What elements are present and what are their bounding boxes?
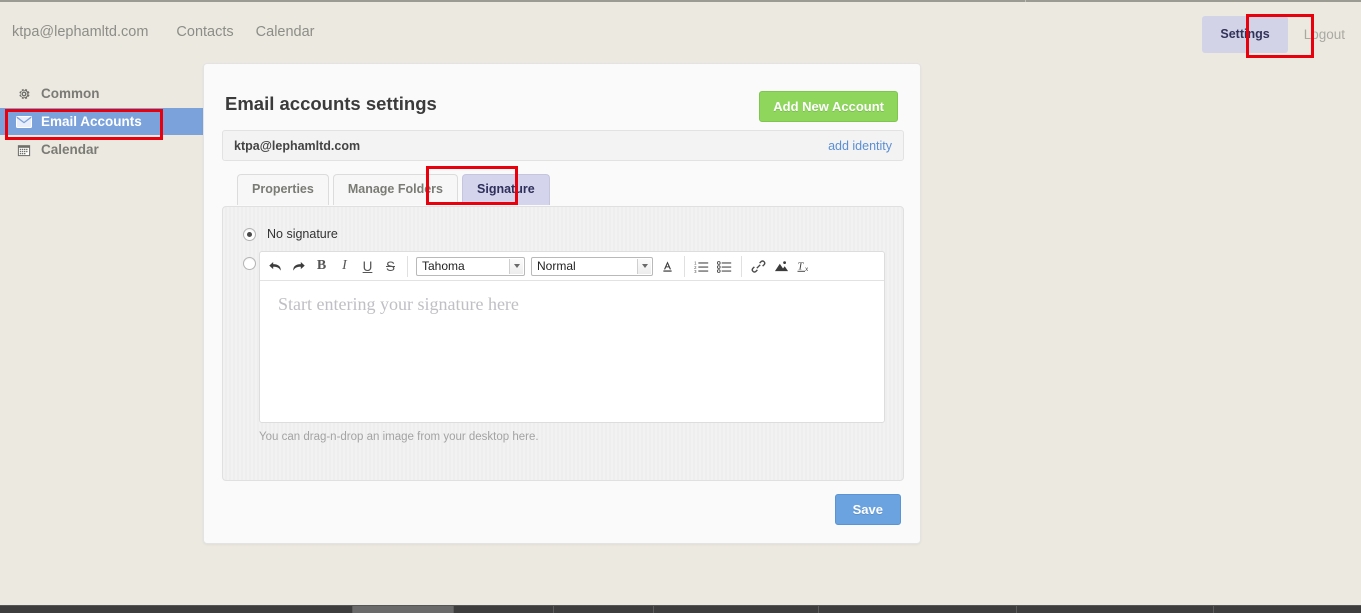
topnav-calendar[interactable]: Calendar (256, 24, 337, 40)
sidebar-item-label: Calendar (41, 142, 99, 157)
settings-button[interactable]: Settings (1202, 16, 1288, 53)
toolbar-divider (684, 255, 685, 277)
taskbar-divider (553, 606, 554, 613)
sidebar-item-calendar[interactable]: Calendar (0, 136, 204, 163)
taskbar-active-window[interactable] (352, 606, 453, 613)
chevron-down-icon[interactable] (637, 258, 651, 274)
topnav-contacts[interactable]: Contacts (176, 24, 255, 40)
font-color-icon[interactable] (656, 255, 679, 278)
chevron-down-icon[interactable] (509, 258, 523, 274)
sidebar: Common Email Accounts Calendar (0, 80, 204, 163)
taskbar-divider (352, 606, 353, 613)
unordered-list-icon[interactable] (713, 255, 736, 278)
envelope-icon (15, 114, 32, 130)
custom-signature-option[interactable] (243, 257, 256, 270)
sidebar-item-label: Email Accounts (41, 114, 142, 129)
sidebar-item-email-accounts[interactable]: Email Accounts (0, 108, 203, 135)
ordered-list-icon[interactable]: 1 2 3 (690, 255, 713, 278)
taskbar-divider (1016, 606, 1017, 613)
tab-signature[interactable]: Signature (462, 174, 550, 205)
signature-editor-placeholder: Start entering your signature here (278, 294, 519, 314)
clear-format-icon[interactable]: T x (793, 255, 816, 278)
tab-bar: Properties Manage Folders Signature (237, 174, 554, 205)
account-email: ktpa@lephamltd.com (234, 138, 361, 153)
font-size-select[interactable]: Normal (531, 256, 653, 276)
bold-icon[interactable]: B (310, 255, 333, 278)
gear-icon (15, 86, 32, 102)
undo-icon[interactable] (264, 255, 287, 278)
taskbar-divider (453, 606, 454, 613)
drag-drop-hint: You can drag-n-drop an image from your d… (259, 431, 539, 443)
underline-icon[interactable]: U (356, 255, 379, 278)
font-family-select[interactable]: Tahoma (416, 256, 525, 276)
custom-signature-radio[interactable] (243, 257, 256, 270)
page-title: Email accounts settings (225, 93, 437, 114)
no-signature-option[interactable]: No signature (243, 227, 338, 241)
taskbar-divider (818, 606, 819, 613)
toolbar-divider (741, 255, 742, 277)
sidebar-item-common[interactable]: Common (0, 80, 204, 107)
svg-text:3: 3 (694, 269, 697, 273)
signature-editor-body[interactable]: Start entering your signature here (260, 281, 884, 422)
add-identity-link[interactable]: add identity (828, 139, 892, 153)
top-right-actions: Settings Logout (1202, 16, 1345, 53)
tab-properties[interactable]: Properties (237, 174, 329, 205)
editor-toolbar: B I U S Tahoma Normal 1 2 3 T x (260, 252, 884, 281)
top-navigation: ktpa@lephamltd.com Contacts Calendar (12, 24, 337, 40)
add-new-account-button[interactable]: Add New Account (759, 91, 898, 122)
font-size-value: Normal (537, 259, 576, 273)
taskbar-divider (1213, 606, 1214, 613)
svg-text:x: x (805, 266, 808, 273)
insert-image-icon[interactable] (770, 255, 793, 278)
redo-icon[interactable] (287, 255, 310, 278)
topnav-account[interactable]: ktpa@lephamltd.com (12, 24, 176, 40)
no-signature-radio[interactable] (243, 227, 256, 241)
account-row[interactable]: ktpa@lephamltd.com add identity (222, 130, 904, 161)
toolbar-divider (407, 255, 408, 277)
taskbar-divider (653, 606, 654, 613)
tab-manage-folders[interactable]: Manage Folders (332, 174, 459, 205)
no-signature-label: No signature (267, 227, 338, 241)
signature-editor: B I U S Tahoma Normal 1 2 3 T x Start en… (259, 251, 885, 423)
sidebar-item-label: Common (41, 86, 100, 101)
insert-link-icon[interactable] (747, 255, 770, 278)
save-button[interactable]: Save (834, 494, 901, 525)
italic-icon[interactable]: I (333, 255, 356, 278)
top-bar: ktpa@lephamltd.com Contacts Calendar Set… (0, 2, 1361, 64)
settings-card: Email accounts settings Add New Account … (203, 63, 921, 544)
taskbar (0, 605, 1361, 613)
calendar-icon (15, 142, 32, 158)
logout-link[interactable]: Logout (1304, 27, 1345, 42)
strikethrough-icon[interactable]: S (379, 255, 402, 278)
font-family-value: Tahoma (422, 259, 465, 273)
signature-panel: No signature B I U S Tahoma Normal 1 2 3… (222, 206, 904, 481)
